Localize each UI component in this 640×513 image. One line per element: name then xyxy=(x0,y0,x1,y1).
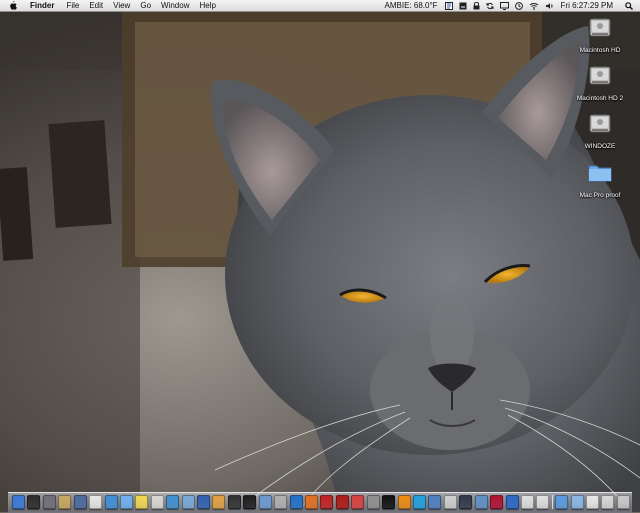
dock-applications-stack-icon[interactable] xyxy=(555,495,569,509)
hard-drive-icon xyxy=(589,114,611,133)
apple-logo-icon[interactable] xyxy=(8,0,17,11)
desktop-icon-macintosh-hd[interactable]: Macintosh HD xyxy=(570,15,630,57)
dock-preview-icon[interactable] xyxy=(58,495,72,509)
dock-screen-sharing-icon[interactable] xyxy=(428,495,442,509)
desktop-icon-label: Macintosh HD xyxy=(579,47,621,54)
dock-filemaker-icon[interactable] xyxy=(351,495,365,509)
desktop-wallpaper xyxy=(0,0,640,512)
menu-view[interactable]: View xyxy=(108,0,135,11)
menu-app-finder[interactable]: Finder xyxy=(25,0,59,11)
dock-flash-icon[interactable] xyxy=(490,495,504,509)
dock-itunes-icon[interactable] xyxy=(166,495,180,509)
time-machine-icon[interactable] xyxy=(514,0,523,11)
dock-garageband-icon[interactable] xyxy=(212,495,226,509)
dock-stickies-icon[interactable] xyxy=(135,495,149,509)
hard-drive-icon xyxy=(589,66,611,85)
dock-documents-stack-icon[interactable] xyxy=(570,495,584,509)
wifi-icon[interactable] xyxy=(529,0,539,11)
dock-separator xyxy=(551,495,553,509)
keychain-icon[interactable] xyxy=(459,0,467,11)
dock-console-icon[interactable] xyxy=(536,495,550,509)
desktop-icon-macintosh-hd-2[interactable]: Macintosh HD 2 xyxy=(570,63,630,105)
dock-photo-booth-icon[interactable] xyxy=(320,495,334,509)
dock-trash-icon[interactable] xyxy=(616,495,630,509)
folder-icon xyxy=(588,165,612,182)
menu-window[interactable]: Window xyxy=(156,0,194,11)
dock xyxy=(12,493,630,509)
menu-go[interactable]: Go xyxy=(135,0,156,11)
dock-iphoto-icon[interactable] xyxy=(73,495,87,509)
dock-imovie-icon[interactable] xyxy=(227,495,241,509)
dock-activity-monitor-icon[interactable] xyxy=(520,495,534,509)
dock-terminal-icon[interactable] xyxy=(382,495,396,509)
dock-app-store-icon[interactable] xyxy=(505,495,519,509)
dock-disk-utility-icon[interactable] xyxy=(366,495,380,509)
menu-edit[interactable]: Edit xyxy=(84,0,108,11)
dock-dashboard-icon[interactable] xyxy=(27,495,41,509)
dock-acrobat-icon[interactable] xyxy=(335,495,349,509)
dock-mail-icon[interactable] xyxy=(181,495,195,509)
dock-ichat-icon[interactable] xyxy=(119,495,133,509)
desktop-icon-label: Mac Pro proof xyxy=(579,192,621,199)
desktop-icon-mac-pro-proof[interactable]: Mac Pro proof xyxy=(570,160,630,202)
dock-network-utility-icon[interactable] xyxy=(289,495,303,509)
dock-remote-desktop-icon[interactable] xyxy=(459,495,473,509)
menu-clock[interactable]: Fri 6:27:29 PM xyxy=(561,0,613,11)
dock-system-preferences-icon[interactable] xyxy=(42,495,56,509)
script-icon[interactable] xyxy=(444,0,453,11)
hard-drive-icon xyxy=(589,18,611,37)
spotlight-search-icon[interactable] xyxy=(625,0,633,11)
dock-automator-icon[interactable] xyxy=(274,495,288,509)
menu-bar: Finder File Edit View Go Window Help AMB… xyxy=(0,0,640,12)
display-icon[interactable] xyxy=(499,0,509,11)
dock-xcode-icon[interactable] xyxy=(258,495,272,509)
dock-firefox-icon[interactable] xyxy=(305,495,319,509)
dock-terminal-app-icon[interactable] xyxy=(243,495,257,509)
dock-library-stack-icon[interactable] xyxy=(586,495,600,509)
menu-help[interactable]: Help xyxy=(194,0,220,11)
menu-file[interactable]: File xyxy=(61,0,84,11)
dock-textedit-icon[interactable] xyxy=(150,495,164,509)
dock-finder-icon[interactable] xyxy=(12,495,25,509)
lock-icon[interactable] xyxy=(473,0,480,11)
desktop-icon-label: Macintosh HD 2 xyxy=(576,95,624,102)
dock-downloads-stack-icon[interactable] xyxy=(601,495,615,509)
weather-status[interactable]: AMBIE: 68.0°F xyxy=(385,0,438,11)
dock-keynote-icon[interactable] xyxy=(197,495,211,509)
dock-safari-icon[interactable] xyxy=(104,495,118,509)
volume-icon[interactable] xyxy=(545,0,554,11)
dock-bluetooth-icon[interactable] xyxy=(443,495,457,509)
dock-ical-icon[interactable] xyxy=(89,495,103,509)
desktop-icon-windoze[interactable]: WINDOZE xyxy=(570,111,630,153)
dock-utilities-icon[interactable] xyxy=(474,495,488,509)
dock-skype-icon[interactable] xyxy=(412,495,426,509)
desktop-icon-label: WINDOZE xyxy=(584,143,616,150)
sync-icon[interactable] xyxy=(486,0,494,11)
dock-vlc-icon[interactable] xyxy=(397,495,411,509)
